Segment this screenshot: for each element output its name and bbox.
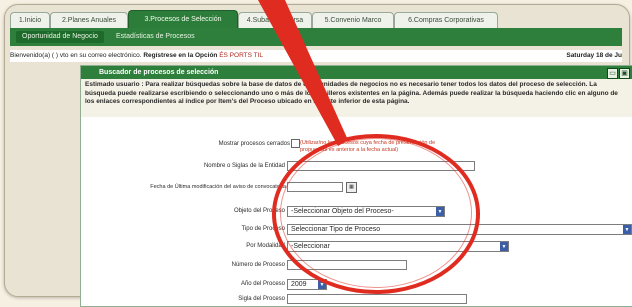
register-text: Regístrese en la Opción (143, 52, 218, 59)
subtab-estadisticas-procesos[interactable]: Estadísticas de Procesos (110, 31, 201, 43)
chevron-down-icon: ▼ (500, 242, 508, 251)
tab-subasta-inversa[interactable]: 4.Subasta Inversa (238, 12, 312, 28)
tab-inicio[interactable]: 1.Inicio (10, 12, 50, 28)
tab-compras-corporativas[interactable]: 6.Compras Corporativas (394, 12, 498, 28)
anio-label: Año del Proceso (240, 281, 285, 287)
mostrar-cerrados-checkbox[interactable] (291, 139, 300, 148)
objeto-label: Objeto del Proceso (233, 208, 285, 214)
tipo-label: Tipo de Proceso (241, 226, 285, 232)
mostrar-label: Mostrar procesos cerrados (218, 141, 290, 147)
register-link[interactable]: ÉS PORTS TIL (219, 52, 263, 59)
sigla-input[interactable] (287, 294, 467, 304)
tab-convenio-marco[interactable]: 5.Convenio Marco (312, 12, 394, 28)
nombre-label: Nombre o Siglas de la Entidad (203, 163, 285, 169)
maximize-icon[interactable]: ▣ (619, 68, 630, 79)
sigla-label: Sigla del Proceso (238, 296, 285, 302)
main-tab-bar: 1.Inicio 2.Planes Anuales 3.Procesos de … (10, 10, 622, 28)
welcome-text: Bienvenido(a) ( ) vto en su correo elect… (10, 52, 142, 59)
minimize-icon[interactable]: ▭ (607, 68, 618, 79)
sub-navigation: Oportunidad de Negocio Estadísticas de P… (10, 28, 622, 46)
chevron-down-icon: ▼ (623, 225, 631, 234)
current-date: Saturday 18 de Ju (566, 52, 622, 59)
tab-procesos-seleccion[interactable]: 3.Procesos de Selección (128, 10, 238, 28)
subtab-oportunidad-negocio[interactable]: Oportunidad de Negocio (16, 31, 104, 43)
fecha-label: Fecha de Última modificación del aviso d… (150, 184, 286, 190)
panel-title: Buscador de procesos de selección (81, 66, 632, 79)
tab-planes-anuales[interactable]: 2.Planes Anuales (50, 12, 128, 28)
panel-intro-text: Estimado usuario : Para realizar búsqued… (81, 79, 632, 117)
welcome-bar: Bienvenido(a) ( ) vto en su correo elect… (10, 50, 622, 62)
modalidad-label: Por Modalidad (246, 243, 285, 249)
highlight-circle (272, 134, 480, 294)
numero-label: Número de Proceso (231, 262, 285, 268)
